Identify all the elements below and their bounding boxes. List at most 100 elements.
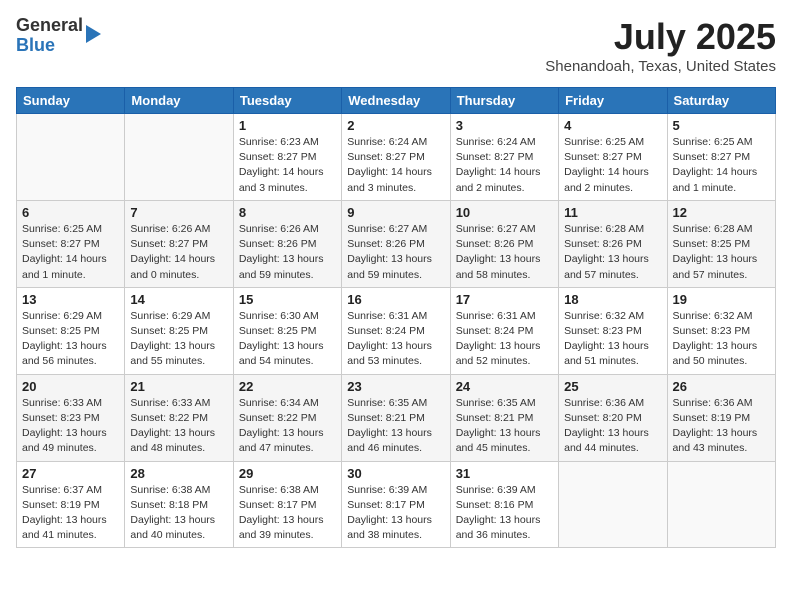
table-row	[559, 461, 667, 548]
day-number: 7	[130, 205, 227, 220]
day-info: Sunrise: 6:24 AM Sunset: 8:27 PM Dayligh…	[347, 135, 444, 196]
col-monday: Monday	[125, 88, 233, 114]
table-row: 12 Sunrise: 6:28 AM Sunset: 8:25 PM Dayli…	[667, 200, 775, 287]
day-number: 19	[673, 292, 770, 307]
table-row: 13 Sunrise: 6:29 AM Sunset: 8:25 PM Dayli…	[17, 287, 125, 374]
table-row: 21 Sunrise: 6:33 AM Sunset: 8:22 PM Dayli…	[125, 374, 233, 461]
day-info: Sunrise: 6:33 AM Sunset: 8:22 PM Dayligh…	[130, 396, 227, 457]
day-info: Sunrise: 6:38 AM Sunset: 8:17 PM Dayligh…	[239, 483, 336, 544]
day-info: Sunrise: 6:24 AM Sunset: 8:27 PM Dayligh…	[456, 135, 553, 196]
table-row: 22 Sunrise: 6:34 AM Sunset: 8:22 PM Dayli…	[233, 374, 341, 461]
calendar-week-row: 6Sunrise: 6:25 AM Sunset: 8:27 PM Daylig…	[17, 200, 776, 287]
table-row: 2 Sunrise: 6:24 AM Sunset: 8:27 PM Daylig…	[342, 114, 450, 201]
page-header: General Blue July 2025 Shenandoah, Texas…	[16, 16, 776, 75]
day-info: Sunrise: 6:39 AM Sunset: 8:16 PM Dayligh…	[456, 483, 553, 544]
day-number: 5	[673, 118, 770, 133]
day-info: Sunrise: 6:33 AM Sunset: 8:23 PM Dayligh…	[22, 396, 119, 457]
table-row: 14Sunrise: 6:29 AM Sunset: 8:25 PM Dayli…	[125, 287, 233, 374]
day-number: 9	[347, 205, 444, 220]
day-info: Sunrise: 6:36 AM Sunset: 8:19 PM Dayligh…	[673, 396, 770, 457]
day-number: 1	[239, 118, 336, 133]
table-row	[125, 114, 233, 201]
table-row: 9 Sunrise: 6:27 AM Sunset: 8:26 PM Daylig…	[342, 200, 450, 287]
day-info: Sunrise: 6:27 AM Sunset: 8:26 PM Dayligh…	[456, 222, 553, 283]
day-number: 18	[564, 292, 661, 307]
calendar-table: Sunday Monday Tuesday Wednesday Thursday…	[16, 87, 776, 548]
day-info: Sunrise: 6:28 AM Sunset: 8:26 PM Dayligh…	[564, 222, 661, 283]
table-row: 16Sunrise: 6:31 AM Sunset: 8:24 PM Dayli…	[342, 287, 450, 374]
calendar-header-row: Sunday Monday Tuesday Wednesday Thursday…	[17, 88, 776, 114]
day-number: 8	[239, 205, 336, 220]
day-number: 30	[347, 466, 444, 481]
day-info: Sunrise: 6:39 AM Sunset: 8:17 PM Dayligh…	[347, 483, 444, 544]
table-row: 15 Sunrise: 6:30 AM Sunset: 8:25 PM Dayli…	[233, 287, 341, 374]
table-row: 6Sunrise: 6:25 AM Sunset: 8:27 PM Daylig…	[17, 200, 125, 287]
day-info: Sunrise: 6:32 AM Sunset: 8:23 PM Dayligh…	[564, 309, 661, 370]
day-info: Sunrise: 6:30 AM Sunset: 8:25 PM Dayligh…	[239, 309, 336, 370]
table-row: 4 Sunrise: 6:25 AM Sunset: 8:27 PM Daylig…	[559, 114, 667, 201]
day-info: Sunrise: 6:27 AM Sunset: 8:26 PM Dayligh…	[347, 222, 444, 283]
logo-arrow-icon	[86, 25, 101, 43]
day-info: Sunrise: 6:37 AM Sunset: 8:19 PM Dayligh…	[22, 483, 119, 544]
table-row: 5 Sunrise: 6:25 AM Sunset: 8:27 PM Daylig…	[667, 114, 775, 201]
table-row: 27Sunrise: 6:37 AM Sunset: 8:19 PM Dayli…	[17, 461, 125, 548]
day-info: Sunrise: 6:32 AM Sunset: 8:23 PM Dayligh…	[673, 309, 770, 370]
day-info: Sunrise: 6:38 AM Sunset: 8:18 PM Dayligh…	[130, 483, 227, 544]
day-number: 15	[239, 292, 336, 307]
day-number: 11	[564, 205, 661, 220]
calendar-week-row: 27Sunrise: 6:37 AM Sunset: 8:19 PM Dayli…	[17, 461, 776, 548]
logo-general: General	[16, 16, 83, 36]
col-thursday: Thursday	[450, 88, 558, 114]
table-row: 1 Sunrise: 6:23 AM Sunset: 8:27 PM Daylig…	[233, 114, 341, 201]
calendar-week-row: 20Sunrise: 6:33 AM Sunset: 8:23 PM Dayli…	[17, 374, 776, 461]
month-year-title: July 2025	[545, 16, 776, 58]
table-row: 31 Sunrise: 6:39 AM Sunset: 8:16 PM Dayli…	[450, 461, 558, 548]
table-row: 24 Sunrise: 6:35 AM Sunset: 8:21 PM Dayli…	[450, 374, 558, 461]
table-row: 19 Sunrise: 6:32 AM Sunset: 8:23 PM Dayli…	[667, 287, 775, 374]
day-number: 12	[673, 205, 770, 220]
day-info: Sunrise: 6:26 AM Sunset: 8:27 PM Dayligh…	[130, 222, 227, 283]
col-wednesday: Wednesday	[342, 88, 450, 114]
day-number: 16	[347, 292, 444, 307]
day-info: Sunrise: 6:29 AM Sunset: 8:25 PM Dayligh…	[130, 309, 227, 370]
table-row: 18 Sunrise: 6:32 AM Sunset: 8:23 PM Dayli…	[559, 287, 667, 374]
day-info: Sunrise: 6:29 AM Sunset: 8:25 PM Dayligh…	[22, 309, 119, 370]
day-number: 31	[456, 466, 553, 481]
day-info: Sunrise: 6:34 AM Sunset: 8:22 PM Dayligh…	[239, 396, 336, 457]
day-number: 17	[456, 292, 553, 307]
day-info: Sunrise: 6:28 AM Sunset: 8:25 PM Dayligh…	[673, 222, 770, 283]
day-info: Sunrise: 6:25 AM Sunset: 8:27 PM Dayligh…	[673, 135, 770, 196]
logo-blue: Blue	[16, 36, 83, 56]
table-row: 10 Sunrise: 6:27 AM Sunset: 8:26 PM Dayli…	[450, 200, 558, 287]
table-row: 23 Sunrise: 6:35 AM Sunset: 8:21 PM Dayli…	[342, 374, 450, 461]
day-info: Sunrise: 6:35 AM Sunset: 8:21 PM Dayligh…	[456, 396, 553, 457]
logo: General Blue	[16, 16, 101, 56]
day-number: 25	[564, 379, 661, 394]
day-number: 23	[347, 379, 444, 394]
col-tuesday: Tuesday	[233, 88, 341, 114]
day-number: 4	[564, 118, 661, 133]
col-sunday: Sunday	[17, 88, 125, 114]
day-info: Sunrise: 6:25 AM Sunset: 8:27 PM Dayligh…	[564, 135, 661, 196]
day-info: Sunrise: 6:31 AM Sunset: 8:24 PM Dayligh…	[456, 309, 553, 370]
table-row: 11 Sunrise: 6:28 AM Sunset: 8:26 PM Dayli…	[559, 200, 667, 287]
table-row: 30 Sunrise: 6:39 AM Sunset: 8:17 PM Dayli…	[342, 461, 450, 548]
day-info: Sunrise: 6:35 AM Sunset: 8:21 PM Dayligh…	[347, 396, 444, 457]
col-friday: Friday	[559, 88, 667, 114]
day-number: 28	[130, 466, 227, 481]
day-info: Sunrise: 6:23 AM Sunset: 8:27 PM Dayligh…	[239, 135, 336, 196]
day-number: 6	[22, 205, 119, 220]
day-number: 13	[22, 292, 119, 307]
calendar-week-row: 13 Sunrise: 6:29 AM Sunset: 8:25 PM Dayli…	[17, 287, 776, 374]
day-info: Sunrise: 6:36 AM Sunset: 8:20 PM Dayligh…	[564, 396, 661, 457]
day-number: 21	[130, 379, 227, 394]
day-number: 29	[239, 466, 336, 481]
table-row	[667, 461, 775, 548]
day-number: 10	[456, 205, 553, 220]
table-row: 17 Sunrise: 6:31 AM Sunset: 8:24 PM Dayli…	[450, 287, 558, 374]
day-number: 2	[347, 118, 444, 133]
table-row: 7 Sunrise: 6:26 AM Sunset: 8:27 PM Daylig…	[125, 200, 233, 287]
day-number: 24	[456, 379, 553, 394]
day-number: 22	[239, 379, 336, 394]
table-row: 25 Sunrise: 6:36 AM Sunset: 8:20 PM Dayli…	[559, 374, 667, 461]
